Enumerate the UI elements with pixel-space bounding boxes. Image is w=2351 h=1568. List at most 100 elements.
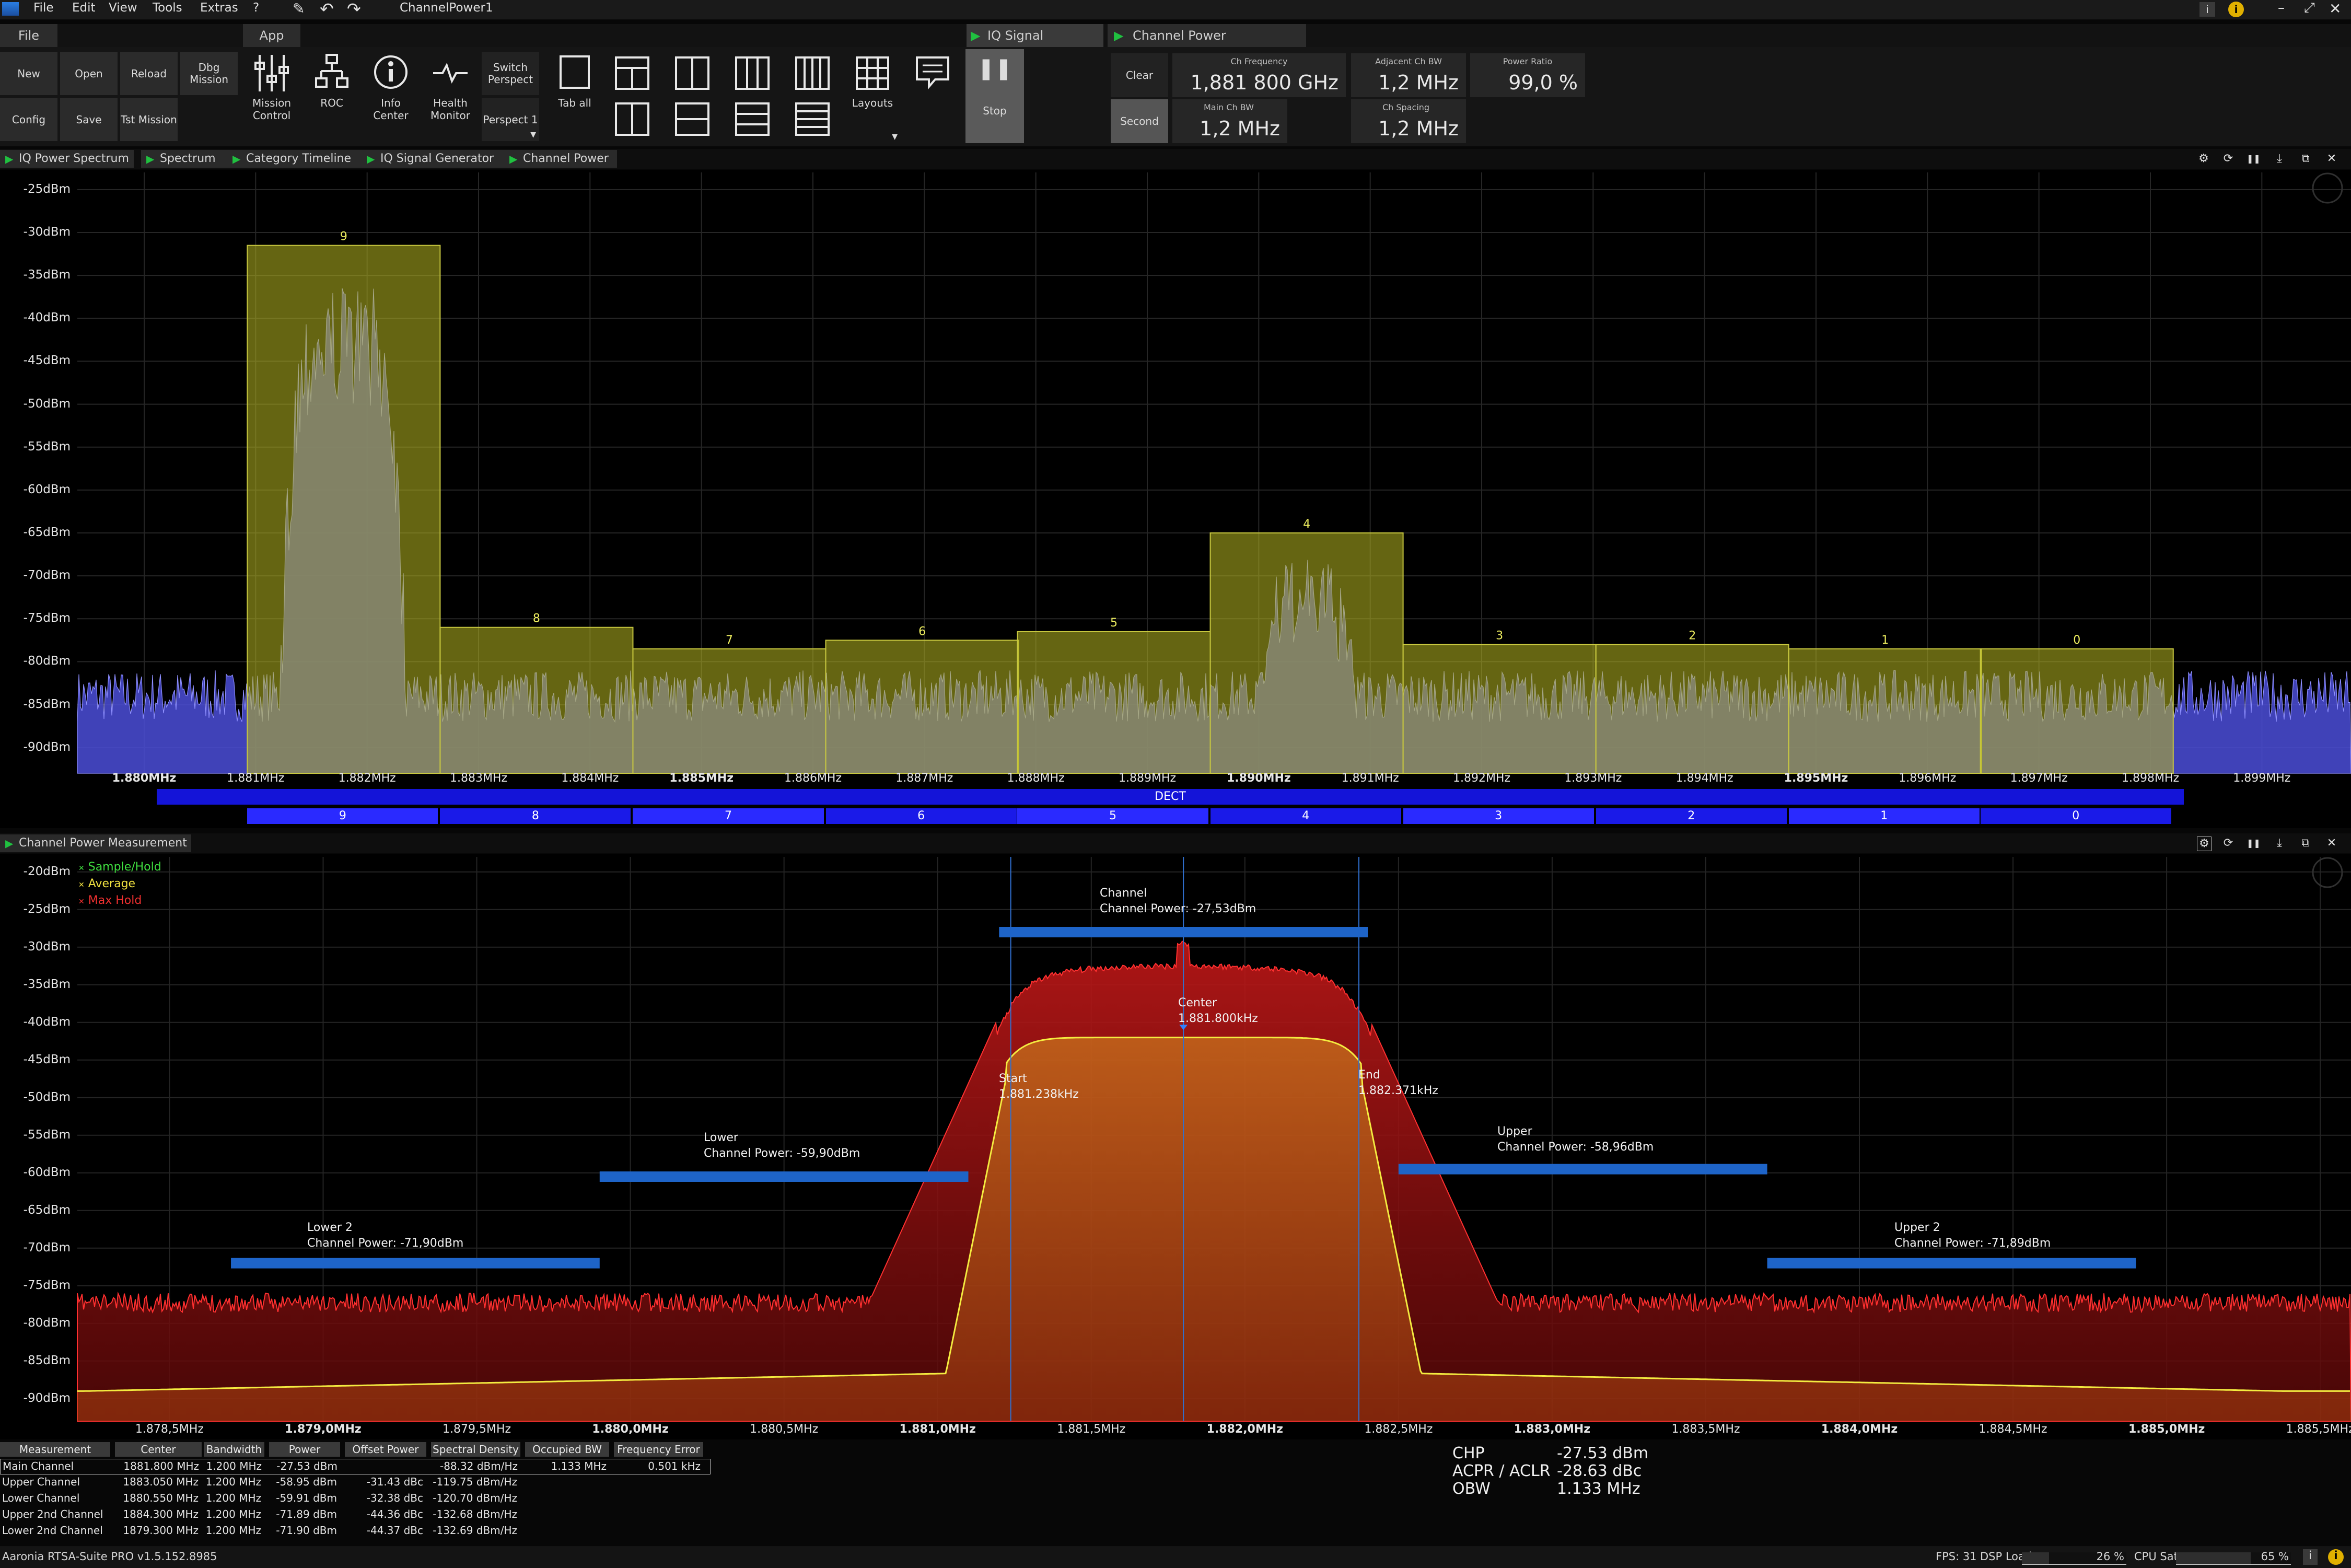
table-header-cell[interactable]: Offset Power	[345, 1442, 426, 1457]
channel-power-marker[interactable]	[1398, 1164, 1767, 1175]
warning-icon[interactable]: i	[2228, 2, 2244, 17]
menu-view[interactable]: View	[109, 1, 137, 15]
channel-strip[interactable]: 0	[1980, 808, 2171, 824]
channel-power-marker[interactable]	[231, 1258, 600, 1269]
channel-bar[interactable]	[1209, 532, 1404, 774]
maximize-icon[interactable]: ⤢	[2304, 0, 2315, 16]
menu-edit[interactable]: Edit	[72, 1, 96, 15]
channel-strip[interactable]: 2	[1596, 808, 1787, 824]
close-panel-icon[interactable]: ✕	[2325, 837, 2338, 850]
channel-bar[interactable]	[1017, 631, 1211, 774]
info-icon[interactable]: i	[2303, 1549, 2318, 1565]
tab-channel-power-measurement[interactable]: ▶ Channel Power Measurement	[1108, 24, 1306, 66]
panel-tab-category-timeline[interactable]: ▶ Category Timeline	[227, 150, 374, 168]
channel-power-marker[interactable]	[1767, 1258, 2136, 1269]
open-button[interactable]: Open	[60, 52, 118, 95]
table-row[interactable]: Lower 2nd Channel 1879.300 MHz 1.200 MHz -7…	[0, 1524, 711, 1539]
redo-icon[interactable]: ↷	[347, 0, 361, 19]
info-icon[interactable]: i	[2199, 2, 2215, 17]
channel-bar[interactable]	[247, 245, 441, 774]
channel-power-plot[interactable]: -20dBm -25dBm -30dBm -35dBm -40dBm -45dBm -50d…	[0, 854, 2351, 1439]
tab-iq-signal-generator[interactable]: ▶ IQ Signal Generator	[967, 24, 1103, 66]
channel-strip[interactable]: 5	[1017, 808, 1208, 824]
layout-4col-button[interactable]	[789, 52, 836, 95]
table-row[interactable]: Upper Channel 1883.050 MHz 1.200 MHz -58.95…	[0, 1475, 711, 1491]
stop-button[interactable]: ❚❚ Stop	[965, 49, 1024, 143]
clear-button[interactable]: Clear	[1111, 53, 1168, 97]
gear-icon[interactable]: ⚙	[2197, 837, 2212, 851]
menu-extras[interactable]: Extras	[200, 1, 238, 15]
power-ratio-field[interactable]: Power Ratio 99,0 %	[1470, 53, 1585, 97]
adjacent-ch-bw-field[interactable]: Adjacent Ch BW 1,2 MHz	[1351, 53, 1466, 97]
tst-mission-button[interactable]: Tst Mission	[120, 98, 178, 141]
table-header-cell[interactable]: Bandwidth	[204, 1442, 264, 1457]
tab-all-button[interactable]: Tab all	[549, 52, 601, 141]
download-icon[interactable]: ⤓	[2273, 152, 2286, 166]
ribbon-tab-file[interactable]: File	[0, 24, 57, 47]
layout-split-h-button[interactable]	[609, 52, 656, 95]
roc-button[interactable]: ROC	[306, 52, 358, 141]
channel-strip[interactable]: 7	[633, 808, 824, 824]
warning-icon[interactable]: i	[2328, 1549, 2344, 1565]
refresh-icon[interactable]: ⟳	[2221, 152, 2235, 166]
info-center-button[interactable]: Info Center	[365, 52, 417, 141]
channel-bar[interactable]	[1402, 644, 1597, 774]
comment-button[interactable]	[909, 52, 956, 95]
table-row[interactable]: Lower Channel 1880.550 MHz 1.200 MHz -59.91…	[0, 1491, 711, 1507]
channel-bar[interactable]	[825, 640, 1019, 774]
perspect-1-dropdown[interactable]: Perspect 1 ▼	[482, 98, 539, 141]
legend-item-sample-hold[interactable]: ✕ Sample/Hold	[78, 860, 161, 876]
channel-strip[interactable]: 4	[1210, 808, 1401, 824]
channel-power-marker[interactable]	[599, 1171, 969, 1182]
dbg-mission-button[interactable]: Dbg Mission	[180, 52, 238, 95]
pencil-icon[interactable]: ✎	[293, 0, 305, 17]
channel-strip[interactable]: 3	[1403, 808, 1594, 824]
mission-control-button[interactable]: Mission Control	[246, 52, 298, 141]
menu-help[interactable]: ?	[253, 1, 259, 15]
layout-2row-button[interactable]	[669, 98, 716, 141]
refresh-icon[interactable]: ⟳	[2221, 837, 2235, 850]
channel-bar[interactable]	[632, 648, 827, 774]
layouts-button[interactable]: Layouts ▼	[846, 52, 899, 141]
iq-power-spectrum-plot[interactable]: 9 8 7 6 5 4 3 2 1 0 -25dBm -30dBm -35dBm -40dBm -45dB…	[0, 170, 2351, 828]
table-header-cell[interactable]: Occupied BW	[525, 1442, 609, 1457]
panel-tab-iq-signal-generator[interactable]: ▶ IQ Signal Generator	[362, 150, 515, 168]
undock-icon[interactable]: ⧉	[2299, 837, 2312, 850]
channel-bar[interactable]	[1788, 648, 1982, 774]
channel-strip[interactable]: 6	[825, 808, 1017, 824]
ribbon-tab-app[interactable]: App	[243, 24, 300, 47]
table-row[interactable]: Upper 2nd Channel 1884.300 MHz 1.200 MHz -7…	[0, 1507, 711, 1523]
switch-perspect-button[interactable]: Switch Perspect	[482, 52, 539, 95]
minimize-icon[interactable]: –	[2278, 0, 2285, 16]
table-header-cell[interactable]: Measurement	[0, 1442, 110, 1457]
layout-2col-button[interactable]	[669, 52, 716, 95]
layout-4row-button[interactable]	[789, 98, 836, 141]
table-header-cell[interactable]: Spectral Density	[431, 1442, 520, 1457]
menu-file[interactable]: File	[33, 1, 54, 15]
save-button[interactable]: Save	[60, 98, 118, 141]
table-header-cell[interactable]: Center	[115, 1442, 202, 1457]
channel-bar[interactable]	[439, 626, 634, 774]
channel-power-marker[interactable]	[999, 927, 1368, 937]
table-header-cell[interactable]: Power	[269, 1442, 340, 1457]
channel-strip[interactable]: 9	[247, 808, 438, 824]
panel-tab-channel-power-measurement[interactable]: ▶ Channel Power Measurement	[0, 834, 191, 852]
legend-item-max-hold[interactable]: ✕ Max Hold	[78, 893, 161, 910]
ch-frequency-field[interactable]: Ch Frequency 1,881 800 GHz	[1172, 53, 1346, 97]
channel-strip[interactable]: 8	[440, 808, 631, 824]
layout-split-v-button[interactable]	[609, 98, 656, 141]
layout-3col-button[interactable]	[729, 52, 776, 95]
pause-icon[interactable]: ❚❚	[2247, 152, 2261, 166]
channel-bar[interactable]	[1980, 648, 2174, 774]
pause-icon[interactable]: ❚❚	[2247, 837, 2261, 850]
second-button[interactable]: Second	[1111, 99, 1168, 143]
ch-spacing-field[interactable]: Ch Spacing 1,2 MHz	[1351, 99, 1466, 143]
health-monitor-button[interactable]: Health Monitor	[424, 52, 476, 141]
panel-tab-channel-power[interactable]: ▶ Channel Power	[504, 150, 617, 168]
undo-icon[interactable]: ↶	[320, 0, 334, 19]
legend-item-average[interactable]: ✕ Average	[78, 876, 161, 893]
table-header-cell[interactable]: Frequency Error	[614, 1442, 703, 1457]
reload-button[interactable]: Reload	[120, 52, 178, 95]
close-panel-icon[interactable]: ✕	[2325, 152, 2338, 166]
undock-icon[interactable]: ⧉	[2299, 152, 2312, 166]
